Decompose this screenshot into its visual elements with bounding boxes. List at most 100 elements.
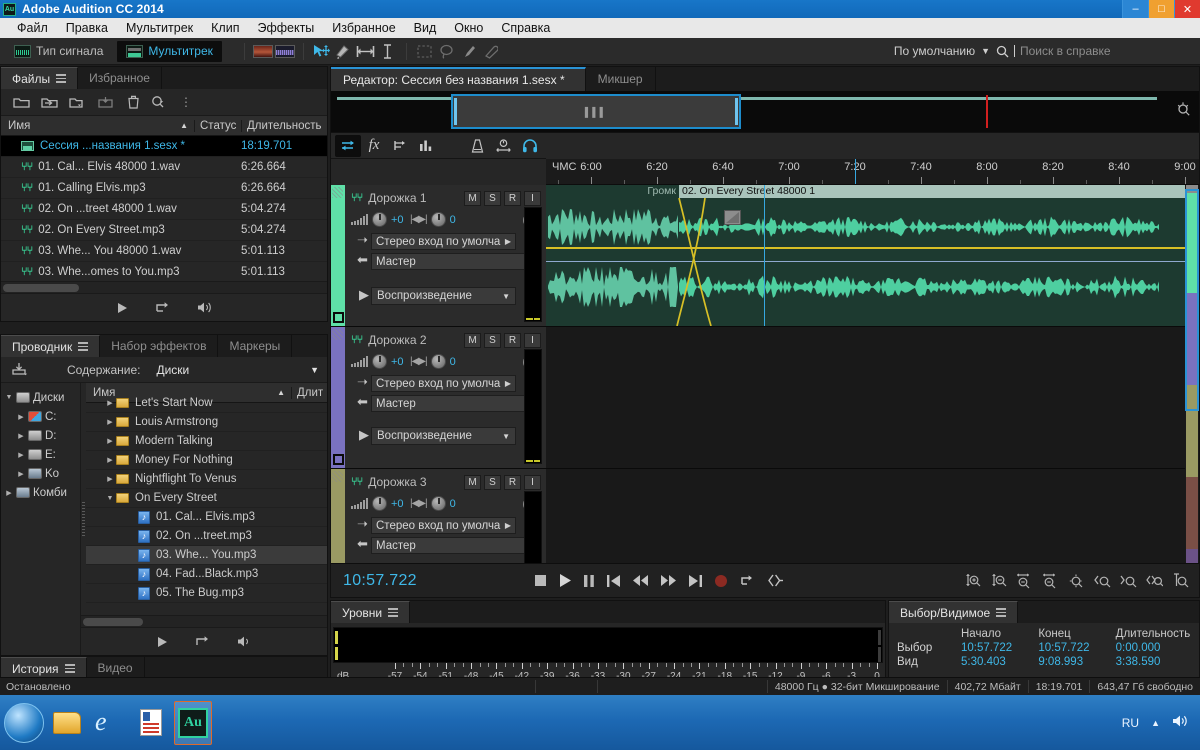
workspace-selector[interactable]: По умолчанию — [894, 44, 975, 58]
track-lane[interactable] — [546, 469, 1199, 563]
zoom-full-vertical-button[interactable] — [1172, 573, 1189, 589]
snap-to-icon[interactable] — [496, 135, 511, 157]
chevron-right-icon[interactable]: ▶ — [104, 399, 116, 407]
track-level-meter[interactable] — [524, 491, 542, 563]
file-row[interactable]: Сессия ...названия 1.sesx *18:19.701 — [1, 136, 327, 157]
import-file-icon[interactable] — [41, 96, 58, 109]
files-horizontal-scrollbar[interactable] — [1, 281, 327, 293]
rewind-button[interactable] — [633, 575, 648, 586]
mode-multitrack-button[interactable]: Мультитрек — [117, 41, 221, 62]
explorer-list-item[interactable]: 04. Fad...Black.mp3 — [86, 565, 327, 584]
marquee-selection-tool-button[interactable] — [414, 41, 436, 62]
move-tool-button[interactable] — [311, 41, 333, 62]
file-row[interactable]: ⑂⑂01. Calling Elvis.mp36:26.664 — [1, 178, 327, 199]
scrollbar-thumb[interactable] — [1185, 189, 1199, 411]
explorer-list-item[interactable]: ▶Money For Nothing — [86, 451, 327, 470]
zoom-to-selection-in-button[interactable] — [1094, 573, 1111, 589]
tab-markers[interactable]: Маркеры — [218, 335, 292, 357]
menu-item-7[interactable]: Окно — [445, 18, 492, 38]
track-input-selector[interactable]: Стерео вход по умолча▶ — [371, 375, 516, 392]
headphones-icon[interactable] — [522, 135, 538, 157]
track-output-selector[interactable]: Мастер▶ — [371, 253, 541, 270]
menu-item-5[interactable]: Избранное — [323, 18, 404, 38]
chevron-right-icon[interactable]: ▶ — [104, 456, 116, 464]
paintbrush-selection-tool-button[interactable] — [458, 41, 480, 62]
zoom-out-amplitude-button[interactable] — [990, 573, 1007, 589]
file-row[interactable]: ⑂⑂03. Whe...omes to You.mp35:01.113 — [1, 262, 327, 283]
start-orb-icon[interactable] — [4, 703, 44, 743]
mode-waveform-button[interactable]: Тип сигнала — [5, 41, 112, 62]
mute-button[interactable]: M — [464, 191, 481, 206]
chevron-right-icon[interactable]: ▶ — [17, 432, 25, 440]
solo-button[interactable]: S — [484, 191, 501, 206]
tab-effects-rack[interactable]: Набор эффектов — [100, 335, 218, 357]
open-file-icon[interactable] — [13, 96, 30, 109]
tab-video[interactable]: Видео — [87, 657, 145, 679]
effects-rack-button[interactable]: fx — [361, 135, 387, 157]
tab-files[interactable]: Файлы — [1, 67, 78, 89]
skip-to-end-button[interactable] — [689, 575, 702, 587]
zoom-in-amplitude-button[interactable] — [964, 573, 981, 589]
timeline-ruler[interactable]: ЧМС6:006:206:407:007:207:408:008:208:409… — [546, 159, 1199, 185]
slip-tool-button[interactable] — [355, 41, 377, 62]
explorer-list-item[interactable]: ▶Let's Start Now — [86, 394, 327, 413]
menu-item-4[interactable]: Эффекты — [248, 18, 323, 38]
pause-button[interactable] — [584, 575, 594, 587]
mute-button[interactable]: M — [464, 333, 481, 348]
chevron-right-icon[interactable]: ▶ — [17, 413, 25, 421]
status-memory[interactable]: 402,72 Мбайт — [947, 680, 1028, 693]
clip-title[interactable]: 02. On Every Street 48000 1 — [679, 185, 1197, 198]
track-level-meter[interactable] — [524, 349, 542, 464]
volume-icon[interactable] — [1172, 714, 1188, 731]
zoom-to-selection-out-button[interactable] — [1120, 573, 1137, 589]
volume-knob[interactable] — [372, 496, 387, 511]
tray-expand-icon[interactable]: ▲ — [1151, 718, 1160, 728]
solo-button[interactable]: S — [484, 475, 501, 490]
track-input-selector[interactable]: Стерео вход по умолча▶ — [371, 517, 516, 534]
chevron-right-icon[interactable]: ▶ — [17, 470, 25, 478]
pan-value[interactable]: 0 — [450, 214, 465, 226]
track-name[interactable]: Дорожка 1 — [368, 191, 426, 205]
tree-node[interactable]: ▶Комби — [1, 483, 80, 502]
pan-value[interactable]: 0 — [450, 356, 465, 368]
input-monitor-button[interactable]: I — [524, 333, 541, 348]
panel-menu-icon[interactable] — [78, 342, 88, 351]
panel-menu-icon[interactable] — [996, 608, 1006, 617]
volume-knob[interactable] — [372, 354, 387, 369]
maximize-button[interactable]: □ — [1148, 0, 1174, 18]
play-icon[interactable] — [156, 636, 169, 648]
scrollbar-thumb[interactable] — [83, 618, 143, 626]
file-row[interactable]: ⑂⑂02. On Every Street.mp35:04.274 — [1, 220, 327, 241]
time-selection-tool-button[interactable] — [377, 41, 399, 62]
pan-knob[interactable] — [431, 212, 446, 227]
navigator-view-window[interactable]: ▌▌▌ — [451, 94, 741, 129]
track-color-swatch[interactable] — [333, 454, 344, 465]
volume-value[interactable]: +0 — [391, 498, 406, 510]
selection-end-value[interactable]: 10:57.722 — [1038, 642, 1115, 654]
playhead-time-display[interactable]: 10:57.722 — [331, 572, 417, 590]
menu-item-0[interactable]: Файл — [8, 18, 57, 38]
close-button[interactable]: ✕ — [1174, 0, 1200, 18]
zoom-out-full-button[interactable] — [1068, 573, 1085, 589]
clip-fade-handle[interactable] — [724, 210, 741, 225]
skip-to-start-button[interactable] — [607, 575, 620, 587]
record-button[interactable] — [715, 575, 727, 587]
chevron-down-icon[interactable]: ▼ — [104, 495, 116, 502]
search-files-icon[interactable] — [151, 95, 169, 109]
input-monitor-button[interactable]: I — [524, 475, 541, 490]
chevron-right-icon[interactable]: ▶ — [104, 475, 116, 483]
menu-item-8[interactable]: Справка — [492, 18, 559, 38]
chevron-right-icon[interactable]: ▶ — [359, 427, 369, 443]
explorer-list-item[interactable]: ▶Modern Talking — [86, 432, 327, 451]
record-arm-button[interactable]: R — [504, 191, 521, 206]
tree-node[interactable]: ▶E: — [1, 445, 80, 464]
view-start-value[interactable]: 5:30.403 — [961, 656, 1038, 668]
volume-value[interactable]: +0 — [391, 356, 406, 368]
column-duration[interactable]: Длительность — [241, 120, 327, 132]
chevron-right-icon[interactable]: ▶ — [17, 451, 25, 459]
tab-levels[interactable]: Уровни — [331, 601, 410, 623]
pan-value[interactable]: 0 — [450, 498, 465, 510]
track-output-selector[interactable]: Мастер▶ — [371, 537, 541, 554]
file-row[interactable]: ⑂⑂01. Cal... Elvis 48000 1.wav6:26.664 — [1, 157, 327, 178]
loop-playback-icon[interactable] — [155, 301, 170, 314]
